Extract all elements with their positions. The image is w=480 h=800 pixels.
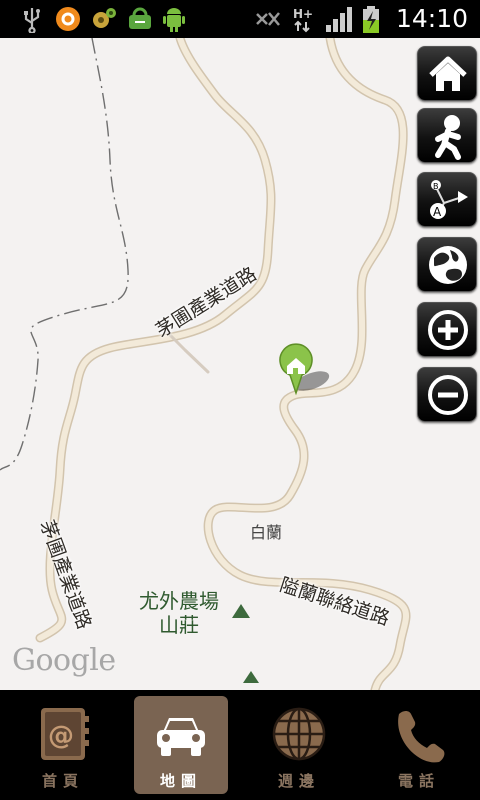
zoom-out-button[interactable] [417,367,477,422]
usb-icon [24,8,40,33]
nav-item-phone[interactable]: 電話 [372,696,466,794]
campsite-icon [232,604,250,618]
nav-label-home: 首頁 [41,772,84,790]
app-circle-icon [56,7,80,31]
svg-text:B: B [433,182,439,191]
phone-icon [398,711,445,763]
nav-item-nearby[interactable]: 週邊 [252,696,346,794]
home-button[interactable] [417,46,477,101]
location-marker-icon[interactable] [279,343,332,396]
walking-person-icon [435,115,461,160]
poi-label: 尤外農場 山莊 [130,589,228,637]
poi-label-line2: 山莊 [159,613,199,637]
poi-label-line1: 尤外農場 [139,589,219,613]
home-icon [429,56,467,91]
nav-label-nearby: 週邊 [277,772,320,790]
nav-item-map[interactable]: 地圖 [134,696,228,794]
zoom-in-button[interactable] [417,302,477,357]
map-view[interactable]: 茅圃產業道路 茅圃產業道路 隘蘭聯絡道路 白蘭 尤外農場 山莊 Google B… [0,38,480,690]
bottom-navigation: @ 首頁 地圖 週邊 電話 [0,690,480,800]
android-icon [163,8,185,32]
zoom-in-icon [428,310,468,350]
mute-icon [256,12,280,26]
svg-text:A: A [433,205,442,219]
signal-bars-icon [326,7,352,32]
nav-item-home[interactable]: @ 首頁 [16,696,110,794]
nav-label-map: 地圖 [159,772,202,790]
pedestrian-button[interactable] [417,108,477,163]
place-label: 白蘭 [250,523,283,542]
battery-charging-icon [363,6,379,33]
nav-label-phone: 電話 [397,772,440,790]
gear-app-icon [93,8,116,28]
sync-icon [129,7,151,29]
status-clock: 14:10 [395,4,468,33]
globe-icon [429,246,467,284]
route-a-b-icon: B A [430,180,468,219]
globe-button[interactable] [417,237,477,292]
hplus-signal-icon: H+ [293,7,313,33]
car-icon [157,718,205,756]
status-bar: H+ 14:10 [0,0,480,38]
zoom-out-icon [428,375,468,415]
address-book-icon: @ [41,708,89,760]
svg-text:@: @ [48,721,74,751]
campsite-icon [243,671,259,683]
route-button[interactable]: B A [417,172,477,227]
google-logo: Google [12,643,116,678]
globe-grid-icon [272,707,326,761]
svg-text:H+: H+ [293,7,313,21]
